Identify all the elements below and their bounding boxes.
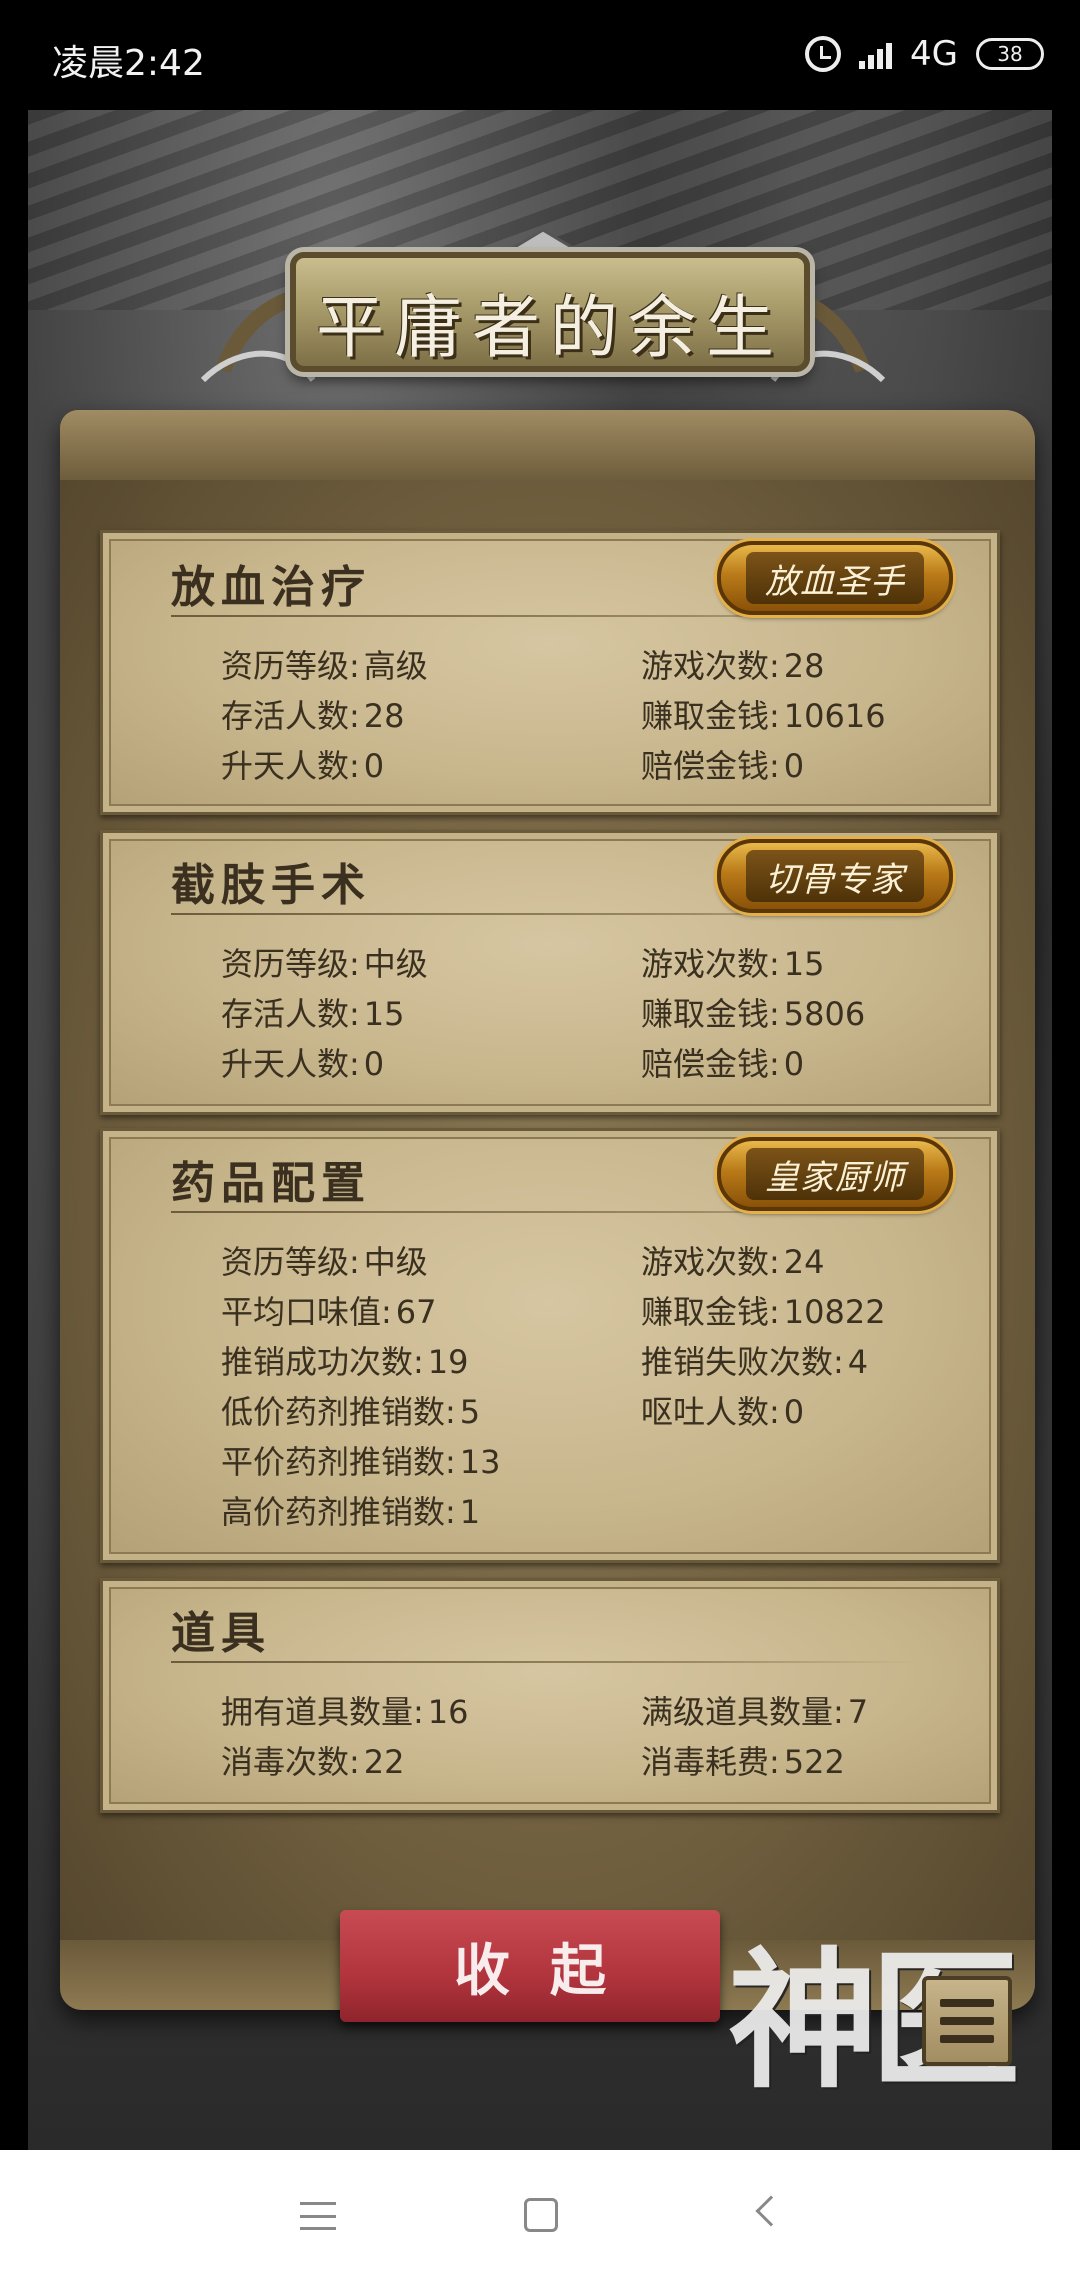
stat-item: 赔偿金钱: 0 [641, 1045, 805, 1083]
section-title: 药品配置 [171, 1158, 371, 1209]
badge-label: 切骨专家 [746, 850, 924, 902]
nav-home-icon[interactable] [524, 2198, 558, 2232]
title-banner: 平庸者的余生 [290, 252, 810, 372]
stat-item: 赚取金钱: 10822 [641, 1293, 886, 1331]
divider [171, 1661, 917, 1663]
game-screen: 平庸者的余生 放血治疗 放血圣手 资历等级: 高级 游戏次数: 28 存活人数: 28… [28, 110, 1052, 2150]
nav-recents-icon[interactable] [300, 2202, 336, 2230]
stat-item: 赚取金钱: 10616 [641, 697, 886, 735]
alarm-icon [805, 36, 842, 72]
stat-item: 呕吐人数: 0 [641, 1393, 805, 1431]
stat-item: 存活人数: 28 [221, 697, 405, 735]
stat-item: 推销成功次数: 19 [221, 1343, 469, 1381]
divider [171, 1211, 917, 1213]
divider [171, 913, 917, 915]
menu-list-icon[interactable] [922, 1976, 1012, 2066]
stat-item: 游戏次数: 24 [641, 1243, 825, 1281]
status-time: 凌晨2:42 [52, 43, 205, 84]
stat-item: 平均口味值: 67 [221, 1293, 437, 1331]
section-badge: 皇家厨师 [717, 1137, 953, 1211]
status-bar: 凌晨2:42 4G 38 [0, 0, 1080, 110]
stat-item: 升天人数: 0 [221, 747, 385, 785]
stat-item: 推销失败次数: 4 [641, 1343, 869, 1381]
stat-item: 资历等级: 中级 [221, 945, 428, 983]
battery-level: 38 [997, 42, 1023, 66]
nav-back-icon[interactable] [755, 2195, 787, 2227]
stat-item: 平价药剂推销数: 13 [221, 1443, 501, 1481]
stat-item: 满级道具数量: 7 [641, 1693, 869, 1731]
battery-icon: 38 [976, 38, 1044, 70]
section-badge: 放血圣手 [717, 541, 953, 615]
stat-item: 升天人数: 0 [221, 1045, 385, 1083]
section-title: 放血治疗 [171, 562, 371, 613]
collapse-button[interactable]: 收起 [340, 1910, 720, 2022]
stat-item: 资历等级: 中级 [221, 1243, 428, 1281]
banner-title: 平庸者的余生 [315, 289, 784, 368]
badge-label: 放血圣手 [746, 552, 924, 604]
section-title: 截肢手术 [171, 860, 371, 911]
section-badge: 切骨专家 [717, 839, 953, 913]
badge-label: 皇家厨师 [746, 1148, 924, 1200]
stat-item: 拥有道具数量: 16 [221, 1693, 469, 1731]
section-title: 道具 [171, 1608, 271, 1659]
status-icons: 4G 38 [805, 32, 1044, 76]
stat-item: 低价药剂推销数: 5 [221, 1393, 481, 1431]
section-items: 道具 拥有道具数量: 16 满级道具数量: 7 消毒次数: 22 消毒耗费: 522 [100, 1578, 1000, 1813]
section-medicine: 药品配置 皇家厨师 资历等级: 中级 游戏次数: 24 平均口味值: 67 赚取金钱:… [100, 1128, 1000, 1563]
stat-item: 高价药剂推销数: 1 [221, 1493, 481, 1531]
divider [171, 615, 917, 617]
stat-item: 消毒耗费: 522 [641, 1743, 845, 1781]
stat-item: 资历等级: 高级 [221, 647, 428, 685]
network-type: 4G [910, 34, 958, 74]
section-bloodletting: 放血治疗 放血圣手 资历等级: 高级 游戏次数: 28 存活人数: 28 赚取金钱: 1… [100, 530, 1000, 815]
stat-item: 赔偿金钱: 0 [641, 747, 805, 785]
section-amputation: 截肢手术 切骨专家 资历等级: 中级 游戏次数: 15 存活人数: 15 赚取金钱: 5… [100, 830, 1000, 1115]
system-nav-bar [0, 2150, 1080, 2280]
stat-item: 游戏次数: 15 [641, 945, 825, 983]
stat-item: 赚取金钱: 5806 [641, 995, 866, 1033]
stat-item: 存活人数: 15 [221, 995, 405, 1033]
stat-item: 消毒次数: 22 [221, 1743, 405, 1781]
stat-item: 游戏次数: 28 [641, 647, 825, 685]
signal-icon [859, 39, 893, 69]
